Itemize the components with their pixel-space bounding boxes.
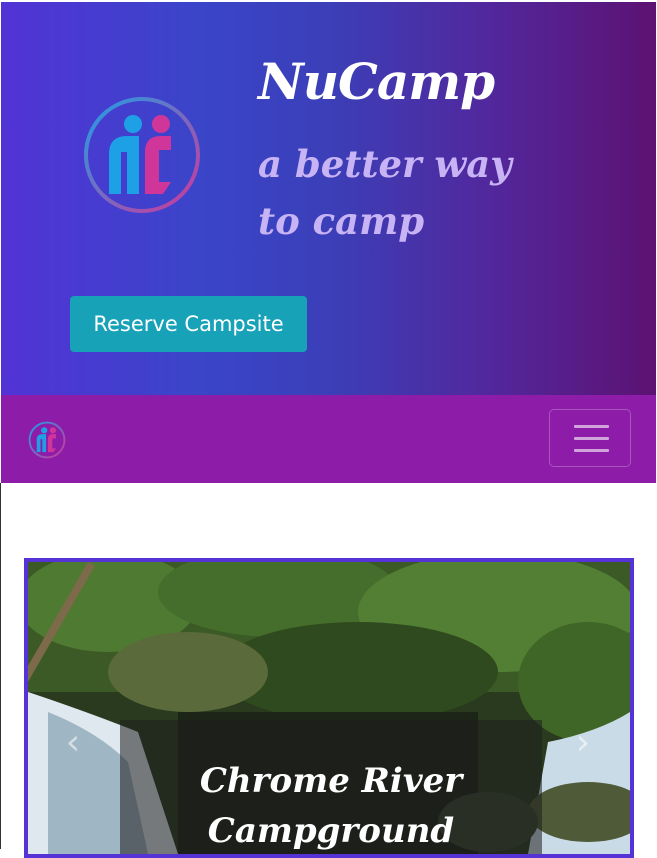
carousel-caption: Chrome River Campground — [120, 720, 542, 854]
chevron-right-icon[interactable]: › — [568, 722, 598, 763]
page-edge-divider — [0, 483, 1, 849]
hamburger-icon — [574, 425, 609, 428]
jumbotron-header: NuCamp a better way to camp Reserve Camp… — [1, 2, 656, 395]
campsite-carousel[interactable]: ‹ › Chrome River Campground — [24, 558, 634, 858]
nucamp-logo-icon — [84, 97, 200, 213]
navbar-toggler-button[interactable] — [549, 409, 631, 467]
brand-title: NuCamp — [258, 52, 495, 111]
navbar — [1, 395, 656, 483]
chevron-left-icon[interactable]: ‹ — [58, 722, 88, 763]
carousel-caption-title: Chrome River Campground — [199, 761, 463, 851]
reserve-campsite-button[interactable]: Reserve Campsite — [70, 296, 307, 352]
nucamp-logo-icon[interactable] — [28, 421, 66, 459]
brand-tagline: a better way to camp — [258, 142, 512, 243]
